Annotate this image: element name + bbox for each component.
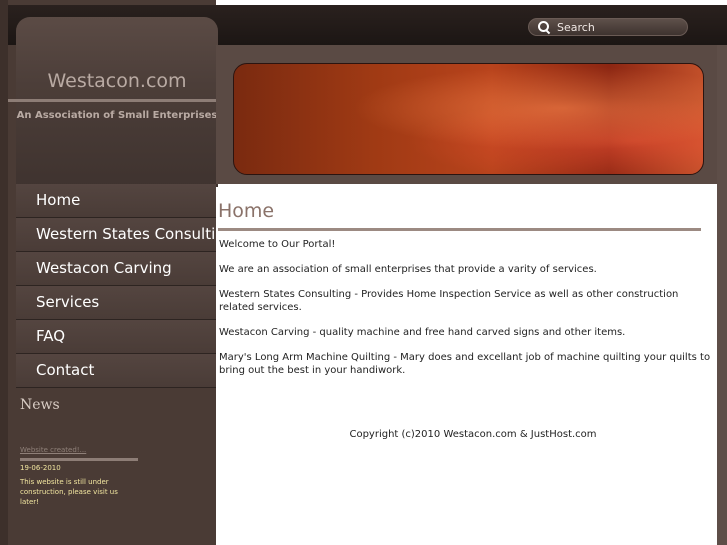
nav-item-western-states-consulting[interactable]: Western States Consulting (16, 218, 234, 252)
nav-item-faq[interactable]: FAQ (16, 320, 216, 354)
title-divider (8, 99, 218, 102)
right-edge (717, 45, 727, 545)
title-underline (218, 228, 701, 231)
paragraph-quilting: Mary's Long Arm Machine Quilting - Mary … (219, 352, 711, 376)
site-subtitle: An Association of Small Enterprises (16, 110, 218, 121)
header-panel (16, 17, 218, 187)
paragraph-intro: We are an association of small enterpris… (219, 264, 597, 275)
page-title: Home (218, 200, 275, 222)
news-body: This website is still under construction… (20, 478, 118, 506)
news-divider (20, 458, 138, 461)
search-input[interactable]: Search (528, 18, 688, 36)
paragraph-welcome: Welcome to Our Portal! (219, 239, 336, 250)
news-date: 19-06-2010 (20, 464, 61, 472)
news-item-link[interactable]: Website created!... (20, 446, 86, 454)
copyright-text: Copyright (c)2010 Westacon.com & JustHos… (349, 429, 597, 440)
paragraph-consulting: Western States Consulting - Provides Hom… (219, 289, 679, 313)
nav-item-westacon-carving[interactable]: Westacon Carving (16, 252, 216, 286)
news-heading: News (20, 397, 60, 413)
search-placeholder: Search (557, 20, 595, 34)
nav-item-services[interactable]: Services (16, 286, 216, 320)
site-title: Westacon.com (47, 70, 187, 92)
banner-image (233, 63, 704, 175)
content-body: Welcome to Our Portal! We are an associa… (219, 238, 711, 389)
sidebar-edge (0, 0, 8, 545)
nav-item-contact[interactable]: Contact (16, 354, 216, 388)
paragraph-carving: Westacon Carving - quality machine and f… (219, 327, 626, 338)
nav-item-home[interactable]: Home (16, 184, 216, 218)
main-nav: Home Western States Consulting Westacon … (16, 184, 234, 388)
search-icon (537, 20, 551, 34)
